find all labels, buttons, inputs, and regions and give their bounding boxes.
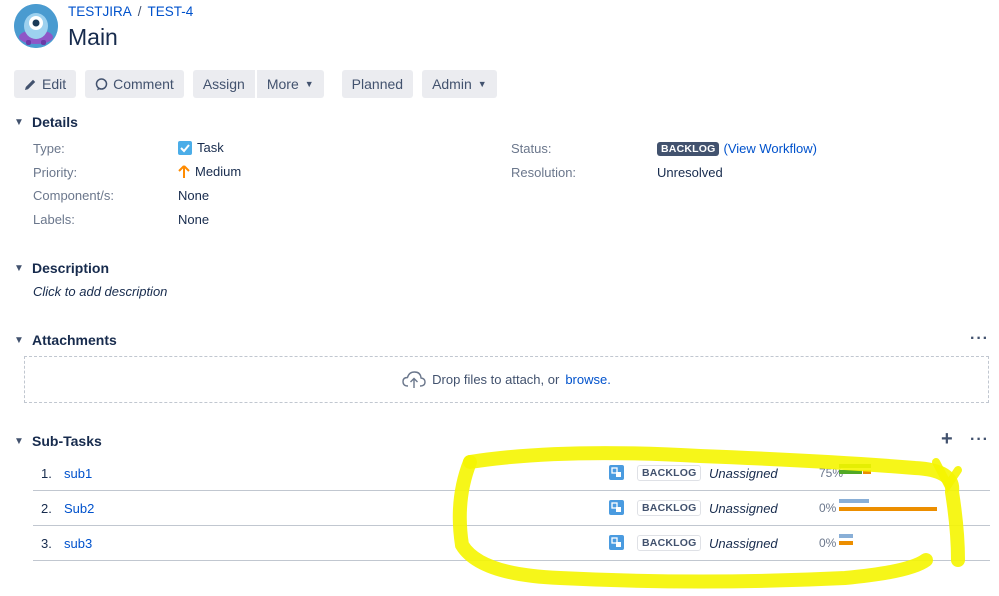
status-label: Status: xyxy=(511,141,552,156)
comment-button-label: Comment xyxy=(113,76,174,92)
subtask-status-lozenge: BACKLOG xyxy=(637,500,702,516)
breadcrumb-separator: / xyxy=(137,4,142,19)
subtask-row[interactable]: 3. sub3 BACKLOG Unassigned 0% xyxy=(33,526,990,561)
chevron-down-icon: ▼ xyxy=(14,262,24,274)
browse-link[interactable]: browse. xyxy=(565,372,611,387)
description-placeholder[interactable]: Click to add description xyxy=(33,284,167,299)
type-value: Task xyxy=(178,140,224,155)
subtask-progress-bars xyxy=(839,530,949,554)
dropzone-text: Drop files to attach, or xyxy=(432,372,560,387)
subtask-link[interactable]: sub1 xyxy=(64,466,92,481)
resolution-value: Unresolved xyxy=(657,165,723,180)
chevron-down-icon: ▼ xyxy=(14,334,24,346)
labels-value: None xyxy=(178,212,210,227)
attachment-dropzone[interactable]: Drop files to attach, or browse. xyxy=(24,356,989,403)
labels-label: Labels: xyxy=(33,212,75,227)
subtask-type-icon xyxy=(609,465,624,480)
breadcrumb-issue-key[interactable]: TEST-4 xyxy=(148,4,194,19)
status-lozenge: BACKLOG xyxy=(657,141,720,156)
view-workflow-link[interactable]: (View Workflow) xyxy=(723,141,816,156)
breadcrumb: TESTJIRA / TEST-4 xyxy=(68,4,193,19)
task-checkbox-icon xyxy=(178,140,192,155)
priority-value-text: Medium xyxy=(195,164,242,179)
subtask-status-lozenge: BACKLOG xyxy=(637,465,702,481)
more-button-label: More xyxy=(266,76,299,92)
subtask-number: 3. xyxy=(41,536,52,551)
chevron-down-icon: ▼ xyxy=(14,116,24,128)
breadcrumb-project[interactable]: TESTJIRA xyxy=(68,4,132,19)
issue-title[interactable]: Main xyxy=(68,24,118,51)
attachments-section-toggle[interactable]: ▼ Attachments xyxy=(14,332,117,348)
admin-button-label: Admin xyxy=(432,76,472,92)
status-value: BACKLOG (View Workflow) xyxy=(657,141,817,156)
subtask-progress-percent: 0% xyxy=(819,536,837,550)
subtasks-heading: Sub-Tasks xyxy=(32,433,102,449)
chevron-down-icon: ▼ xyxy=(477,79,487,89)
planned-button[interactable]: Planned xyxy=(341,70,414,98)
project-avatar[interactable] xyxy=(14,4,58,48)
issue-toolbar: Edit Comment Assign More ▼ Planned Admin… xyxy=(14,70,506,98)
priority-value: Medium xyxy=(178,164,241,179)
components-value: None xyxy=(178,188,210,203)
comment-icon xyxy=(95,77,108,90)
description-heading: Description xyxy=(32,260,110,276)
subtask-assignee: Unassigned xyxy=(709,501,778,516)
resolution-label: Resolution: xyxy=(511,165,577,180)
subtask-row[interactable]: 2. Sub2 BACKLOG Unassigned 0% xyxy=(33,491,990,526)
chevron-down-icon: ▼ xyxy=(304,79,314,89)
type-value-text: Task xyxy=(197,140,224,155)
admin-button[interactable]: Admin ▼ xyxy=(422,70,497,98)
assign-button-label: Assign xyxy=(202,76,245,92)
details-heading: Details xyxy=(32,114,78,130)
subtask-number: 1. xyxy=(41,466,52,481)
subtask-progress-bars xyxy=(839,460,949,484)
subtask-type-icon xyxy=(609,535,624,550)
chevron-down-icon: ▼ xyxy=(14,435,24,447)
planned-button-label: Planned xyxy=(351,76,404,92)
subtask-status-lozenge: BACKLOG xyxy=(637,535,702,551)
subtask-row[interactable]: 1. sub1 BACKLOG Unassigned 75% xyxy=(33,456,990,491)
subtasks-more-icon[interactable]: ··· xyxy=(970,431,989,449)
attachments-more-icon[interactable]: ··· xyxy=(970,330,989,348)
details-section-toggle[interactable]: ▼ Details xyxy=(14,114,78,130)
subtask-assignee: Unassigned xyxy=(709,466,778,481)
subtask-type-icon xyxy=(609,500,624,515)
edit-button[interactable]: Edit xyxy=(14,70,77,98)
more-button[interactable]: More ▼ xyxy=(256,70,324,98)
subtask-progress-percent: 0% xyxy=(819,501,837,515)
comment-button[interactable]: Comment xyxy=(85,70,184,98)
add-subtask-icon[interactable]: + xyxy=(941,428,953,451)
subtask-number: 2. xyxy=(41,501,52,516)
assign-button[interactable]: Assign xyxy=(192,70,255,98)
attachments-heading: Attachments xyxy=(32,332,117,348)
description-section-toggle[interactable]: ▼ Description xyxy=(14,260,109,276)
subtask-progress-bars xyxy=(839,495,949,519)
arrow-up-icon xyxy=(178,164,190,178)
components-label: Component/s: xyxy=(33,188,114,203)
subtask-link[interactable]: Sub2 xyxy=(64,501,94,516)
edit-button-label: Edit xyxy=(42,76,67,92)
subtask-link[interactable]: sub3 xyxy=(64,536,92,551)
cloud-upload-icon xyxy=(402,370,426,388)
pencil-icon xyxy=(25,79,36,90)
subtask-assignee: Unassigned xyxy=(709,536,778,551)
subtasks-section-toggle[interactable]: ▼ Sub-Tasks xyxy=(14,433,102,449)
type-label: Type: xyxy=(33,141,65,156)
priority-label: Priority: xyxy=(33,165,78,180)
